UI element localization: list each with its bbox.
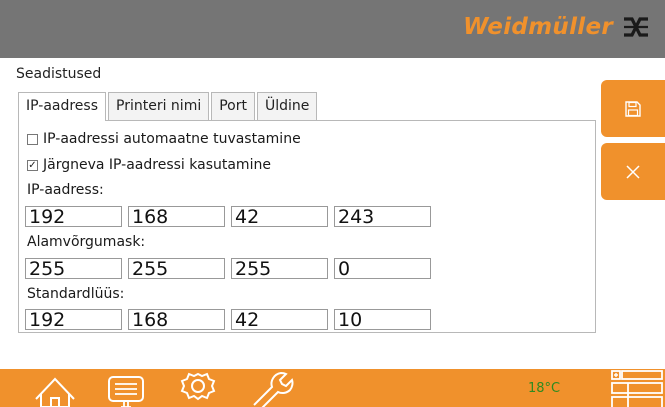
mask-octet-1[interactable]: [25, 258, 122, 279]
tab-port[interactable]: Port: [211, 92, 255, 120]
gear-icon[interactable]: [178, 369, 218, 407]
gateway-octet-1[interactable]: [25, 309, 122, 330]
subnet-mask-label: Alamvõrgumask:: [27, 234, 146, 250]
ip-address-inputs: [25, 206, 431, 227]
close-icon: [626, 164, 640, 179]
brand-logo: Weidmüller: [463, 14, 651, 40]
gateway-label: Standardlüüs:: [27, 286, 125, 302]
brand-name: Weidmüller: [463, 14, 613, 40]
ip-octet-3[interactable]: [231, 206, 328, 227]
tab-ip-address[interactable]: IP-aadress: [18, 92, 107, 121]
mask-octet-3[interactable]: [231, 258, 328, 279]
manual-ip-label: Järgneva IP-aadressi kasutamine: [43, 157, 271, 173]
ip-address-label: IP-aadress:: [27, 182, 104, 198]
printer-icon[interactable]: [104, 369, 148, 407]
ip-settings-panel: IP-aadressi automaatne tuvastamine ✓ Jär…: [18, 120, 596, 333]
subnet-mask-inputs: [25, 258, 431, 279]
save-button[interactable]: [601, 80, 665, 137]
home-icon[interactable]: [32, 369, 78, 407]
footer-bar: 18°C: [0, 369, 665, 407]
ip-octet-2[interactable]: [128, 206, 225, 227]
gateway-octet-4[interactable]: [334, 309, 431, 330]
wrench-icon[interactable]: [246, 369, 298, 407]
cancel-button[interactable]: [601, 143, 665, 200]
gateway-inputs: [25, 309, 431, 330]
tab-printer-name[interactable]: Printeri nimi: [108, 92, 210, 120]
manual-ip-option[interactable]: ✓ Järgneva IP-aadressi kasutamine: [27, 157, 271, 173]
tab-bar: IP-aadress Printeri nimi Port Üldine: [18, 92, 319, 121]
temperature-readout: 18°C: [528, 381, 561, 396]
weidmuller-logo-icon: [624, 17, 648, 37]
gateway-octet-3[interactable]: [231, 309, 328, 330]
tab-general[interactable]: Üldine: [256, 92, 318, 120]
save-icon: [625, 100, 641, 117]
mask-octet-2[interactable]: [128, 258, 225, 279]
mask-octet-4[interactable]: [334, 258, 431, 279]
manual-ip-checkbox[interactable]: ✓: [27, 159, 38, 171]
grid-menu-icon[interactable]: [608, 369, 665, 407]
auto-detect-label: IP-aadressi automaatne tuvastamine: [43, 131, 301, 147]
header-bar: Weidmüller: [0, 0, 665, 58]
page-title: Seadistused: [16, 66, 102, 82]
ip-octet-1[interactable]: [25, 206, 122, 227]
ip-octet-4[interactable]: [334, 206, 431, 227]
auto-detect-checkbox[interactable]: [27, 133, 38, 145]
gateway-octet-2[interactable]: [128, 309, 225, 330]
auto-detect-option[interactable]: IP-aadressi automaatne tuvastamine: [27, 131, 301, 147]
